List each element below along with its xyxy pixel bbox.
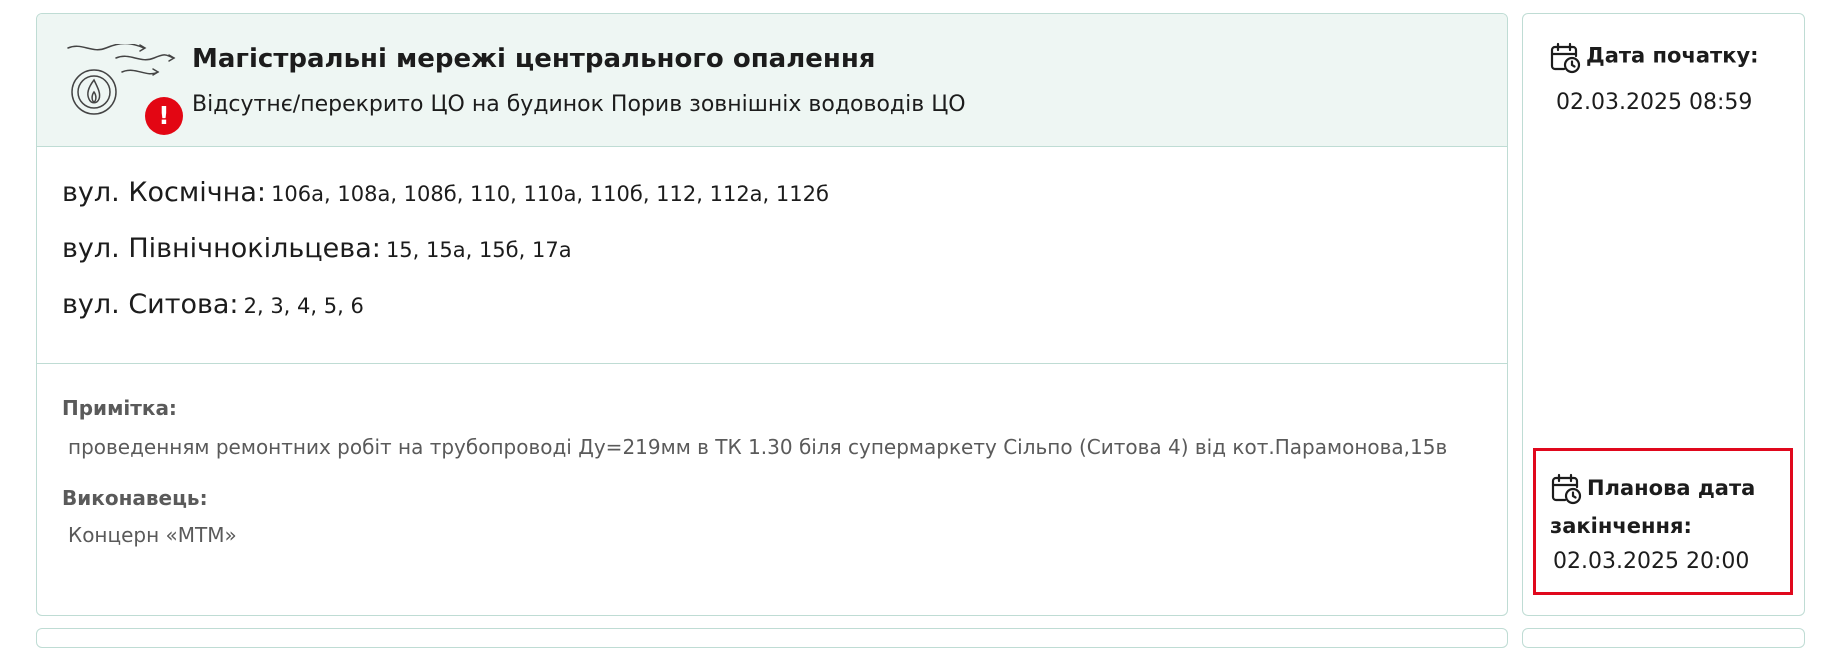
start-date-value: 02.03.2025 08:59 — [1556, 90, 1753, 115]
planned-end-date-block: Планова дата закінчення: 02.03.2025 20:0… — [1533, 448, 1793, 595]
outage-description: Відсутнє/перекрито ЦО на будинок Порив з… — [192, 92, 966, 117]
house-numbers: 106а, 108а, 108б, 110, 110а, 110б, 112, … — [271, 182, 829, 206]
end-date-value: 02.03.2025 20:00 — [1553, 549, 1750, 574]
house-numbers: 15, 15а, 15б, 17а — [385, 238, 572, 262]
note-text: проведенням ремонтних робіт на трубопров… — [68, 435, 1448, 459]
note-label: Примітка: — [62, 396, 177, 420]
dates-card: Дата початку: 02.03.2025 08:59 Планова д… — [1522, 13, 1805, 616]
address-row: вул. Ситова: 2, 3, 4, 5, 6 — [62, 289, 1507, 345]
outage-details: Примітка: проведенням ремонтних робіт на… — [37, 364, 1507, 553]
start-date-label: Дата початку: — [1586, 43, 1759, 68]
executor-value: Концерн «МТМ» — [68, 523, 237, 547]
service-title: Магістральні мережі центрального опаленн… — [192, 44, 876, 74]
start-date-block: Дата початку: 02.03.2025 08:59 — [1549, 42, 1759, 115]
calendar-clock-icon — [1551, 473, 1582, 505]
executor-label: Виконавець: — [62, 486, 208, 510]
address-row: вул. Космічна: 106а, 108а, 108б, 110, 11… — [62, 177, 1507, 233]
house-numbers: 2, 3, 4, 5, 6 — [243, 294, 364, 318]
next-outage-card — [36, 628, 1508, 648]
street-name: вул. Ситова: — [62, 289, 239, 320]
address-list: вул. Космічна: 106а, 108а, 108б, 110, 11… — [37, 147, 1507, 364]
street-name: вул. Північнокільцева: — [62, 233, 381, 264]
outage-header: ! Магістральні мережі центрального опале… — [37, 14, 1507, 147]
next-dates-card — [1522, 628, 1805, 648]
outage-card: ! Магістральні мережі центрального опале… — [36, 13, 1508, 616]
street-name: вул. Космічна: — [62, 177, 266, 208]
calendar-clock-icon — [1550, 42, 1581, 74]
address-row: вул. Північнокільцева: 15, 15а, 15б, 17а — [62, 233, 1507, 289]
alert-icon: ! — [145, 97, 183, 135]
